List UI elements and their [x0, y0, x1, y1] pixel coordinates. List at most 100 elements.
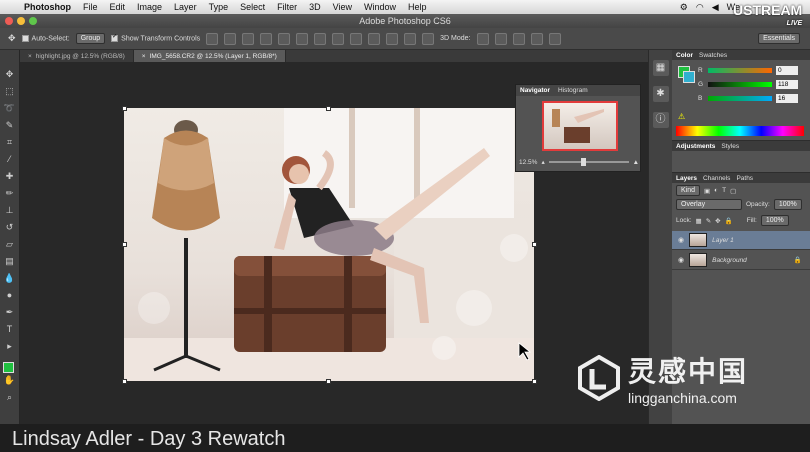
menu-app[interactable]: Photoshop — [18, 2, 77, 12]
gradient-tool-icon[interactable]: ▤ — [4, 255, 16, 267]
align-vcenter-icon[interactable] — [224, 32, 237, 45]
color-slider-g[interactable]: G 118 — [698, 80, 798, 89]
lock-paint-icon[interactable]: ✎ — [706, 217, 711, 225]
document-photo[interactable] — [124, 108, 534, 381]
eraser-tool-icon[interactable]: ▱ — [4, 238, 16, 250]
transform-handle[interactable] — [326, 106, 331, 111]
menu-filter[interactable]: Filter — [271, 2, 303, 12]
tab-styles[interactable]: Styles — [721, 143, 739, 150]
align-bottom-icon[interactable] — [242, 32, 255, 45]
close-button[interactable] — [5, 17, 13, 25]
gear-icon[interactable]: ⚙ — [680, 2, 688, 13]
healing-brush-tool-icon[interactable]: ✚ — [4, 170, 16, 182]
filter-pixel-icon[interactable]: ▣ — [704, 187, 710, 195]
marquee-tool-icon[interactable]: ⬚ — [4, 85, 16, 97]
tab-close-icon[interactable]: × — [142, 53, 146, 60]
eyedropper-tool-icon[interactable]: ⁄ — [4, 153, 16, 165]
channel-value[interactable]: 0 — [776, 66, 798, 75]
tab-swatches[interactable]: Swatches — [699, 52, 727, 59]
move-tool-icon[interactable]: ✥ — [4, 68, 16, 80]
navigator-zoom-value[interactable]: 12.5% — [519, 159, 537, 166]
tab-adjustments[interactable]: Adjustments — [676, 143, 715, 150]
auto-select-dropdown[interactable]: Group — [75, 33, 106, 44]
history-icon[interactable]: ▦ — [652, 60, 669, 76]
distribute-vcenter-icon[interactable] — [332, 32, 345, 45]
transform-handle[interactable] — [122, 242, 127, 247]
show-transform-checkbox[interactable]: Show Transform Controls — [111, 34, 200, 42]
auto-align-icon[interactable] — [422, 32, 435, 45]
visibility-eye-icon[interactable]: ◉ — [678, 236, 684, 244]
path-select-tool-icon[interactable]: ▸ — [4, 340, 16, 352]
filter-adjust-icon[interactable]: ◐ — [714, 187, 718, 194]
wifi-icon[interactable]: ◠ — [696, 2, 704, 13]
distribute-top-icon[interactable] — [314, 32, 327, 45]
channel-value[interactable]: 16 — [776, 94, 798, 103]
minimize-button[interactable] — [17, 17, 25, 25]
tab-img-5658[interactable]: × IMG_5658.CR2 @ 12.5% (Layer 1, RGB/8*) — [133, 50, 286, 62]
slider-track[interactable] — [708, 82, 772, 87]
tab-histogram[interactable]: Histogram — [558, 87, 588, 94]
crop-tool-icon[interactable]: ⌗ — [4, 136, 16, 148]
hand-tool-icon[interactable]: ✋ — [4, 374, 16, 386]
distribute-hcenter-icon[interactable] — [386, 32, 399, 45]
foreground-color-swatch[interactable] — [3, 362, 14, 373]
layer-filter-kind[interactable]: Kind — [676, 185, 701, 196]
menu-select[interactable]: Select — [234, 2, 271, 12]
transform-handle[interactable] — [532, 242, 537, 247]
tab-channels[interactable]: Channels — [703, 175, 730, 182]
fill-field[interactable]: 100% — [760, 215, 789, 226]
tab-navigator[interactable]: Navigator — [520, 87, 550, 94]
color-slider-b[interactable]: B 16 — [698, 94, 798, 103]
zoom-in-icon[interactable]: ▲ — [633, 159, 639, 166]
zoom-tool-icon[interactable]: ⌕ — [4, 391, 16, 403]
menu-window[interactable]: Window — [358, 2, 402, 12]
menu-help[interactable]: Help — [402, 2, 433, 12]
3d-roll-icon[interactable] — [494, 32, 507, 45]
menu-file[interactable]: File — [77, 2, 104, 12]
3d-slide-icon[interactable] — [530, 32, 543, 45]
lock-pixels-icon[interactable]: ▦ — [696, 217, 702, 225]
pen-tool-icon[interactable]: ✒ — [4, 306, 16, 318]
auto-select-checkbox[interactable]: Auto-Select: — [21, 34, 70, 42]
layer-name[interactable]: Layer 1 — [712, 237, 734, 244]
slider-track[interactable] — [708, 96, 772, 101]
brush-tool-icon[interactable]: ✏ — [4, 187, 16, 199]
layer-row-background[interactable]: ◉ Background 🔒 — [672, 251, 810, 270]
lock-position-icon[interactable]: ✥ — [715, 217, 720, 225]
3d-pan-icon[interactable] — [512, 32, 525, 45]
move-tool-icon[interactable]: ✥ — [8, 33, 16, 44]
type-tool-icon[interactable]: T — [4, 323, 16, 335]
clone-stamp-tool-icon[interactable]: ⊥ — [4, 204, 16, 216]
channel-value[interactable]: 118 — [776, 80, 798, 89]
blur-tool-icon[interactable]: 💧 — [4, 272, 16, 284]
menu-3d[interactable]: 3D — [303, 2, 327, 12]
align-top-icon[interactable] — [206, 32, 219, 45]
dodge-tool-icon[interactable]: ● — [4, 289, 16, 301]
history-brush-tool-icon[interactable]: ↺ — [4, 221, 16, 233]
transform-handle[interactable] — [122, 106, 127, 111]
tab-color[interactable]: Color — [676, 52, 693, 59]
distribute-left-icon[interactable] — [368, 32, 381, 45]
menu-view[interactable]: View — [327, 2, 358, 12]
info-icon[interactable]: ⓘ — [652, 112, 669, 128]
align-right-icon[interactable] — [296, 32, 309, 45]
visibility-eye-icon[interactable]: ◉ — [678, 256, 684, 264]
lasso-tool-icon[interactable]: ➰ — [4, 102, 16, 114]
slider-knob[interactable] — [580, 158, 586, 166]
tab-close-icon[interactable]: × — [28, 53, 32, 60]
3d-rotate-icon[interactable] — [476, 32, 489, 45]
align-left-icon[interactable] — [260, 32, 273, 45]
tab-layers[interactable]: Layers — [676, 175, 697, 182]
menu-edit[interactable]: Edit — [104, 2, 132, 12]
transform-handle[interactable] — [122, 379, 127, 384]
workspace-dropdown[interactable]: Essentials — [758, 33, 800, 44]
align-hcenter-icon[interactable] — [278, 32, 291, 45]
filter-type-icon[interactable]: T — [722, 187, 726, 194]
blend-mode-dropdown[interactable]: Overlay — [676, 199, 742, 210]
properties-icon[interactable]: ✱ — [652, 86, 669, 102]
distribute-bottom-icon[interactable] — [350, 32, 363, 45]
opacity-field[interactable]: 100% — [773, 199, 802, 210]
menu-image[interactable]: Image — [131, 2, 168, 12]
quick-select-tool-icon[interactable]: ✎ — [4, 119, 16, 131]
distribute-right-icon[interactable] — [404, 32, 417, 45]
